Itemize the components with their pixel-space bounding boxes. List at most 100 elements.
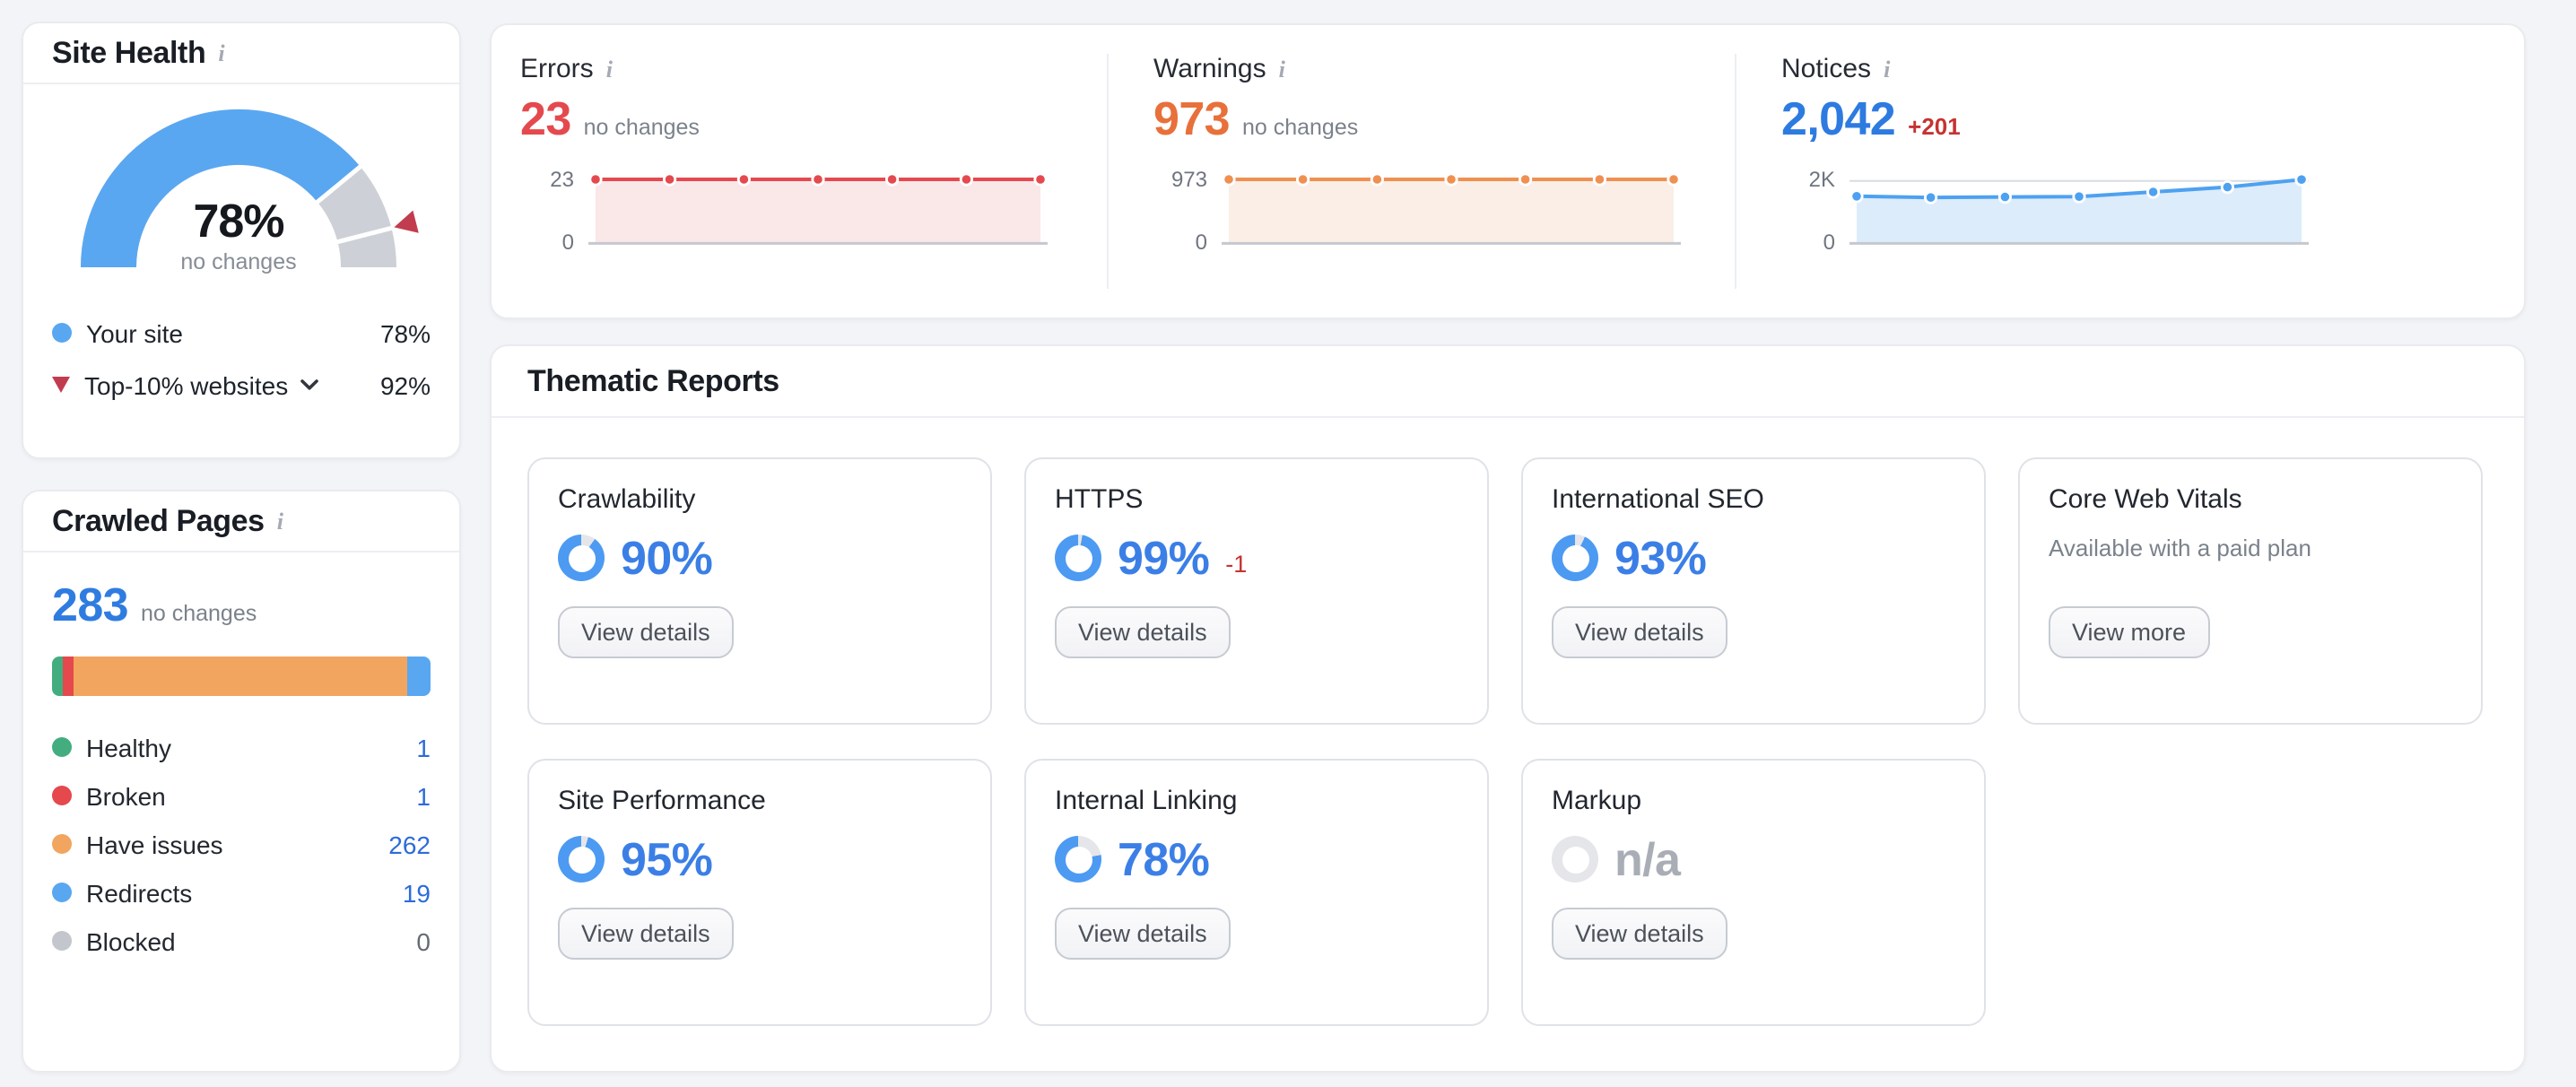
info-icon[interactable]: i [1884,54,1890,84]
card-title: Markup [1552,786,1955,818]
warnings-sparkline [1222,169,1681,251]
view-details-button[interactable]: View details [558,606,734,658]
site-health-score: 78% [74,194,404,249]
view-details-button[interactable]: View details [1552,606,1727,658]
crawled-pages-header: Crawled Pages i [23,491,459,552]
thematic-reports-title: Thematic Reports [527,363,779,399]
bar-segment-broken [63,657,74,696]
crawled-pages-legend: Healthy 1 Broken 1 Have issues 262 Redir… [52,723,431,965]
column-divider [1735,54,1736,289]
legend-value: 78% [380,318,431,347]
warnings-section: Warnings i 973 no changes 973 0 [1107,25,1735,317]
card-title: Crawlability [558,484,962,517]
view-more-button[interactable]: View more [2049,606,2209,658]
site-health-gauge: 78% no changes [74,102,432,276]
notices-label: Notices [1781,54,1871,84]
crawled-pages-stacked-bar [52,657,431,696]
errors-sparkline [588,169,1048,251]
score-value: n/a [1614,831,1680,887]
crawled-pages-title: Crawled Pages [52,503,265,539]
info-icon[interactable]: i [218,38,224,68]
warnings-label: Warnings [1153,54,1266,84]
info-icon[interactable]: i [606,54,613,84]
score-donut [558,535,605,581]
notices-sparkline [1849,169,2309,251]
crawled-pages-delta: no changes [141,601,257,626]
redirects-count-link[interactable]: 19 [403,878,431,907]
legend-label: Blocked [86,926,176,955]
site-health-score-note: no changes [74,249,404,274]
blocked-dot-icon [52,931,72,951]
notices-axis: 2K 0 [1781,169,1835,251]
legend-row-blocked: Blocked 0 [52,917,431,965]
notices-section: Notices i 2,042 +201 2K 0 [1735,25,2524,317]
errors-count: 23 [520,93,571,143]
score-value: 78% [1118,831,1209,887]
view-details-button[interactable]: View details [1055,908,1231,960]
chevron-down-icon [299,378,318,391]
have-issues-dot-icon [52,834,72,854]
legend-label: Redirects [86,878,192,907]
warnings-count: 973 [1153,93,1230,143]
score-value: 99% [1118,530,1209,586]
legend-row-redirects: Redirects 19 [52,868,431,917]
site-health-legend: Your site 78% Top-10% websites 92% [23,307,459,411]
redirects-dot-icon [52,883,72,902]
issues-overview-panel: Errors i 23 no changes 23 0 Warnings i [490,23,2526,319]
warnings-axis: 973 0 [1153,169,1207,251]
thematic-card-markup: Markup n/a View details [1521,759,1986,1026]
notices-delta: +201 [1908,113,1961,140]
legend-row-your-site: Your site 78% [23,307,459,359]
view-details-button[interactable]: View details [1552,908,1727,960]
site-audit-dashboard: Site Health i 78% no changes Your site 7… [0,0,2576,1087]
legend-label: Top-10% websites [84,370,288,399]
card-title: HTTPS [1055,484,1458,517]
blocked-count: 0 [416,926,431,955]
card-title: Internal Linking [1055,786,1458,818]
bar-segment-have-issues [74,657,406,696]
errors-delta: no changes [584,115,700,140]
thematic-reports-header: Thematic Reports [492,346,2524,418]
thematic-card-internal-linking: Internal Linking 78% View details [1024,759,1489,1026]
view-details-button[interactable]: View details [1055,606,1231,658]
healthy-dot-icon [52,737,72,757]
legend-value: 92% [380,370,431,399]
legend-label: Healthy [86,733,171,761]
thematic-card-site-performance: Site Performance 95% View details [527,759,992,1026]
bar-segment-healthy [52,657,63,696]
info-icon[interactable]: i [277,506,283,536]
legend-label: Your site [86,318,183,347]
score-donut [558,836,605,883]
info-icon[interactable]: i [1279,54,1285,84]
thematic-card-https: HTTPS 99% -1 View details [1024,457,1489,725]
paid-plan-note: Available with a paid plan [2049,535,2452,561]
have-issues-count-link[interactable]: 262 [388,830,431,858]
site-health-header: Site Health i [23,23,459,84]
healthy-count-link[interactable]: 1 [416,733,431,761]
crawled-pages-panel: Crawled Pages i 283 no changes Healthy 1… [22,490,461,1073]
score-donut [1552,836,1598,883]
card-title: International SEO [1552,484,1955,517]
thematic-card-crawlability: Crawlability 90% View details [527,457,992,725]
score-donut [1055,836,1101,883]
legend-label: Have issues [86,830,223,858]
errors-label: Errors [520,54,594,84]
thematic-reports-panel: Thematic Reports Crawlability 90% View d… [490,344,2526,1073]
card-title: Site Performance [558,786,962,818]
card-title: Core Web Vitals [2049,484,2452,517]
gauge-center: 78% no changes [74,194,404,274]
view-details-button[interactable]: View details [558,908,734,960]
broken-dot-icon [52,786,72,805]
thematic-card-international-seo: International SEO 93% View details [1521,457,1986,725]
legend-row-healthy: Healthy 1 [52,723,431,771]
legend-row-top10-websites: Top-10% websites 92% [23,359,459,411]
legend-row-broken: Broken 1 [52,771,431,820]
triangle-down-icon [52,377,70,393]
score-value: 93% [1614,530,1706,586]
legend-label: Broken [86,781,166,810]
top10-websites-dropdown[interactable]: Top-10% websites [52,370,318,399]
score-donut [1552,535,1598,581]
crawled-pages-total: 283 [52,578,128,633]
warnings-delta: no changes [1242,115,1358,140]
broken-count-link[interactable]: 1 [416,781,431,810]
